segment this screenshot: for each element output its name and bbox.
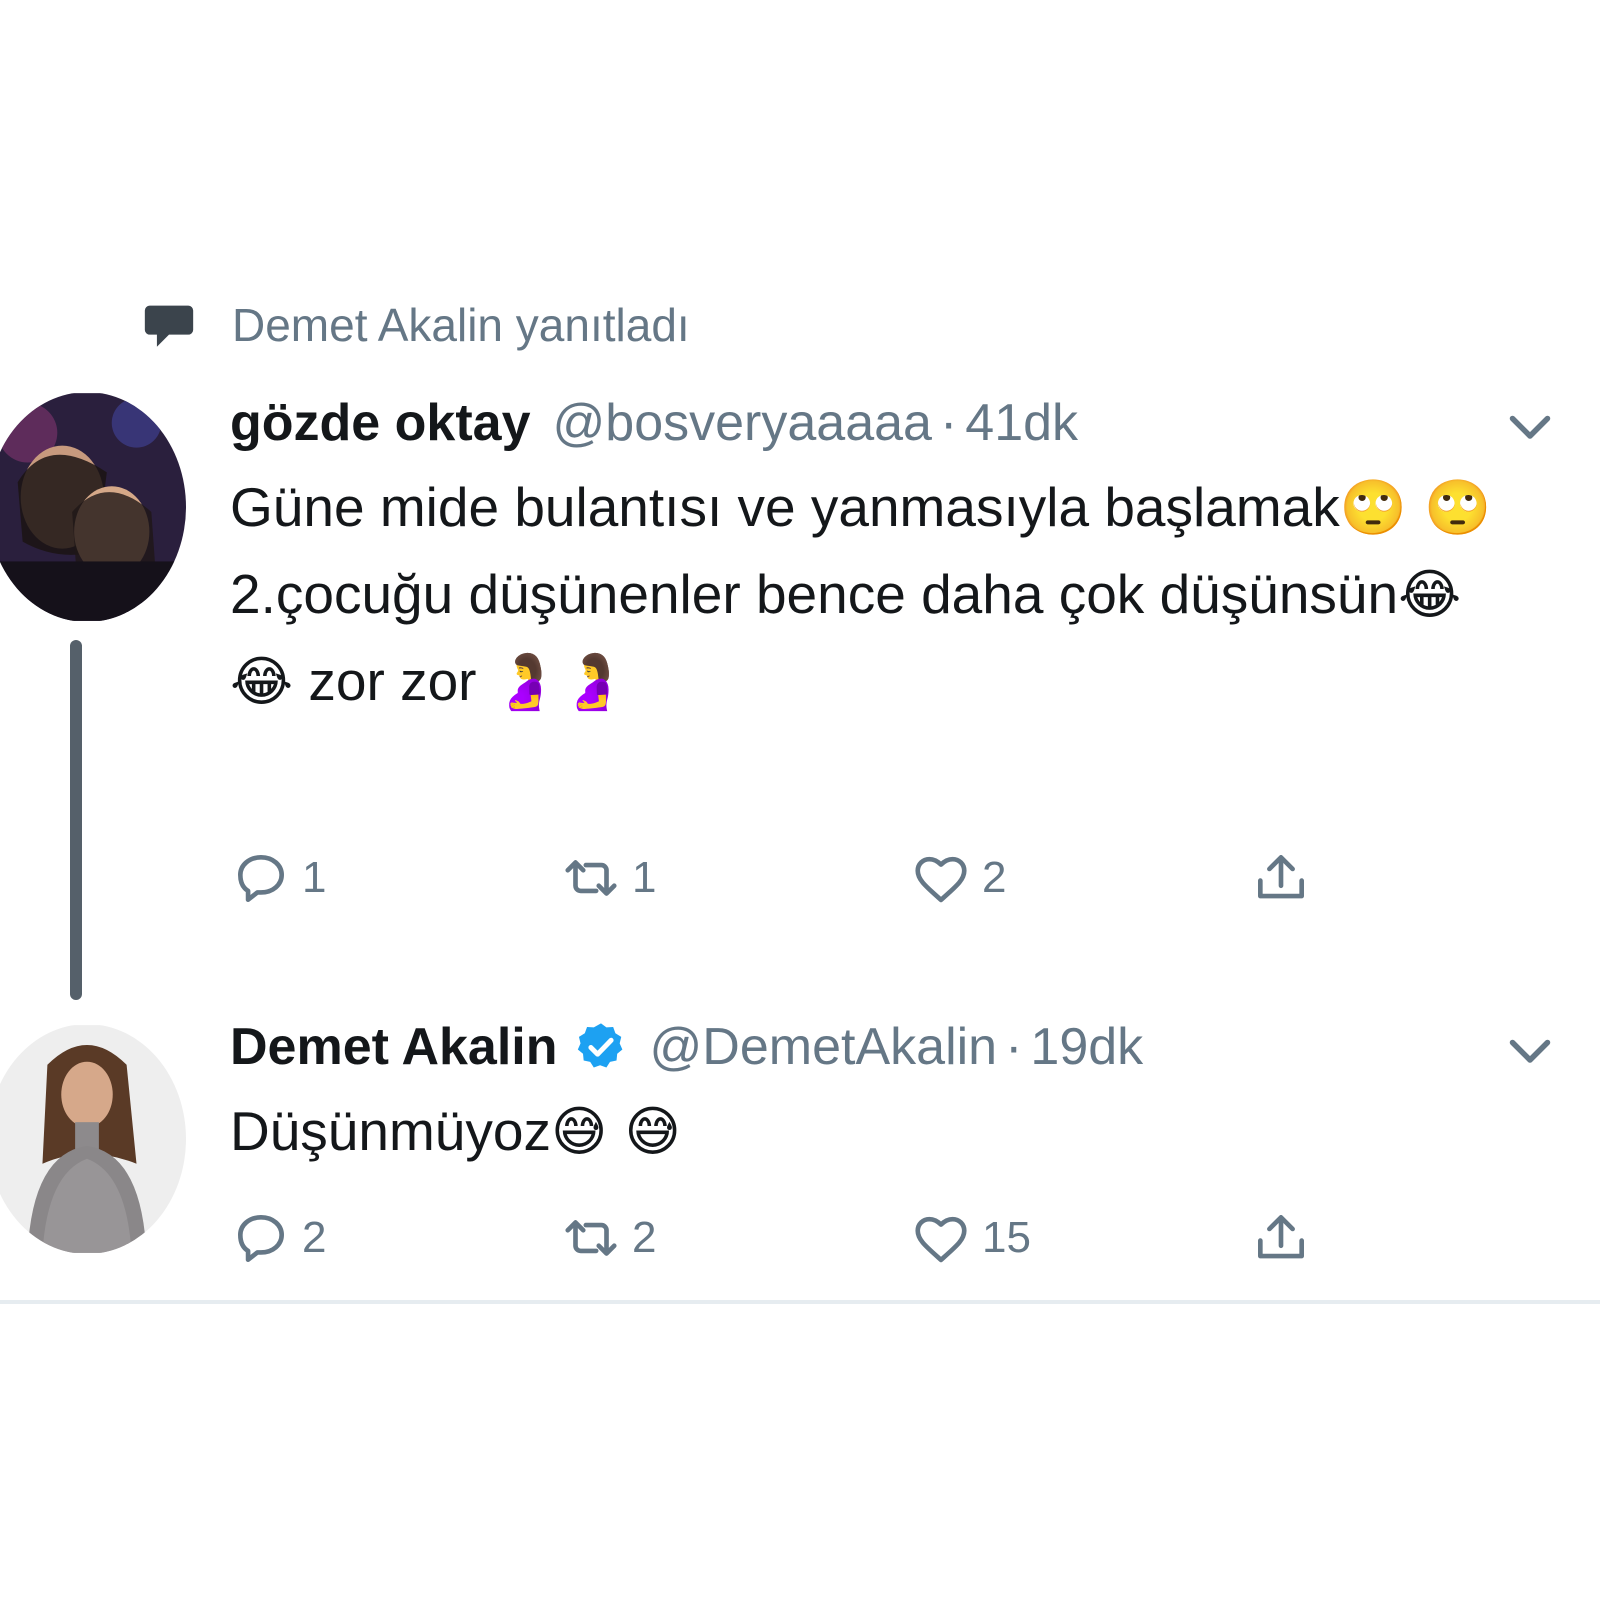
share-icon [1258, 1215, 1304, 1259]
heart-icon [915, 856, 967, 903]
author-handle[interactable]: @DemetAkalin [650, 1017, 998, 1077]
text-segment: 2.çocuğu düşünenler bence daha çok düşün… [230, 563, 1399, 625]
heart-icon [915, 1216, 967, 1263]
retweet-button[interactable]: 1 [560, 847, 656, 909]
like-button[interactable]: 2 [910, 847, 1006, 909]
avatar[interactable] [0, 392, 186, 622]
author-name[interactable]: gözde oktay [230, 393, 531, 453]
separator-dot: · [939, 394, 958, 452]
retweet-icon [565, 860, 617, 896]
text-segment: zor zor [293, 650, 492, 712]
tweet[interactable]: Demet Akalin @DemetAkalin · 19dk Düşünmü… [230, 1012, 1560, 1263]
like-count: 15 [982, 1213, 1031, 1262]
chevron-down-icon[interactable] [1500, 1020, 1560, 1080]
reply-context-text: Demet Akalin yanıtladı [232, 299, 690, 351]
reply-count: 1 [302, 853, 327, 902]
text-segment: Güne mide bulantısı ve yanmasıyla başlam… [230, 476, 1340, 538]
reply-button[interactable]: 1 [230, 847, 326, 909]
share-button[interactable] [1250, 847, 1312, 909]
tweet-text: Güne mide bulantısı ve yanmasıyla başlam… [230, 464, 1530, 725]
speech-bubble-icon [144, 305, 194, 347]
separator-dot: · [1005, 1018, 1023, 1076]
share-icon [1258, 855, 1304, 899]
author-name[interactable]: Demet Akalin [230, 1017, 558, 1077]
chevron-down-icon[interactable] [1500, 396, 1560, 456]
tweet-actions: 1 1 2 [230, 838, 1380, 918]
emoji-rolling-eyes: 🙄 🙄 [1339, 476, 1492, 539]
reply-context: Demet Akalin yanıtladı [140, 290, 690, 360]
reply-button[interactable]: 2 [230, 1207, 326, 1269]
retweet-count: 2 [632, 1213, 657, 1262]
retweet-button[interactable]: 2 [560, 1207, 656, 1269]
text-segment: Düşünmüyoz [230, 1100, 551, 1162]
emoji-grinning-sweat: 😅 😅 [550, 1100, 681, 1163]
retweet-icon [565, 1220, 617, 1256]
verified-badge-icon [577, 1023, 622, 1068]
thread-line [70, 640, 82, 1000]
tweet-text: Düşünmüyoz😅 😅 [230, 1088, 1530, 1175]
divider [0, 1300, 1600, 1304]
author-handle[interactable]: @bosveryaaaaa [553, 393, 932, 453]
tweet-actions: 2 2 15 [230, 1198, 1380, 1278]
avatar[interactable] [0, 1024, 186, 1254]
share-button[interactable] [1250, 1207, 1312, 1269]
retweet-count: 1 [632, 853, 657, 902]
like-button[interactable]: 15 [910, 1207, 1031, 1269]
tweet[interactable]: gözde oktay @bosveryaaaaa · 41dk Güne mi… [230, 388, 1560, 903]
tweet-header: Demet Akalin @DemetAkalin · 19dk [230, 1012, 1560, 1082]
reply-count: 2 [302, 1213, 327, 1262]
tweet-header: gözde oktay @bosveryaaaaa · 41dk [230, 388, 1560, 458]
like-count: 2 [982, 853, 1007, 902]
tweet-time[interactable]: 19dk [1030, 1017, 1143, 1077]
tweet-time[interactable]: 41dk [965, 393, 1078, 453]
reply-icon [238, 855, 284, 903]
emoji-pregnant-woman: 🤰🤰 [491, 650, 627, 713]
reply-icon [238, 1215, 284, 1263]
